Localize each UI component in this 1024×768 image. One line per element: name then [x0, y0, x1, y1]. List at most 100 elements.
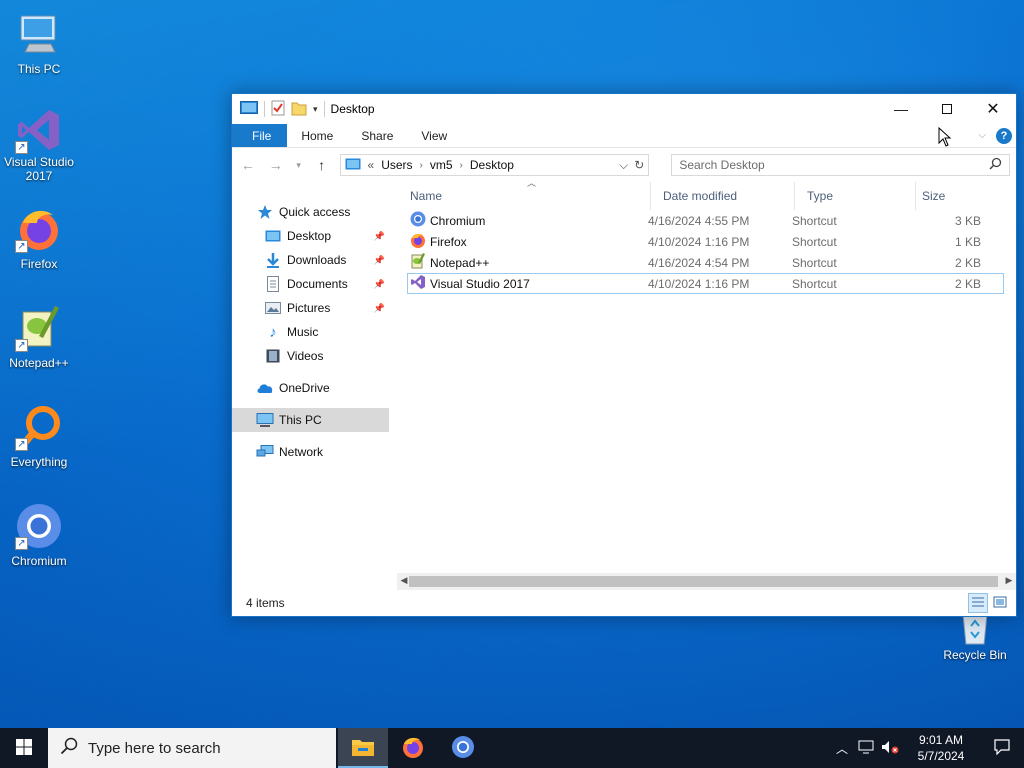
chromium-icon	[451, 735, 475, 762]
nav-label: Pictures	[287, 301, 331, 315]
file-explorer-window[interactable]: ▾ Desktop — ✕ File Home Share View ⌵ ? ←…	[231, 93, 1017, 617]
start-button[interactable]	[0, 728, 48, 768]
maximize-button[interactable]	[924, 94, 970, 124]
star-icon	[256, 204, 274, 220]
clock[interactable]: 9:01 AM 5/7/2024	[902, 732, 980, 764]
details-view-button[interactable]	[968, 593, 988, 613]
file-row[interactable]: Visual Studio 2017 4/10/2024 1:16 PM Short…	[407, 273, 1004, 294]
nav-videos[interactable]: Videos	[232, 344, 389, 368]
nav-onedrive[interactable]: OneDrive	[232, 376, 389, 400]
taskbar-firefox[interactable]	[388, 728, 438, 768]
nav-network[interactable]: Network	[232, 440, 389, 464]
nav-label: This PC	[279, 413, 322, 427]
close-icon: ✕	[986, 101, 1000, 118]
column-name[interactable]: Name	[389, 182, 651, 210]
desktop-icon-everything[interactable]: ↗ Everything	[1, 403, 77, 469]
file-row[interactable]: Chromium 4/16/2024 4:55 PM Shortcut 3 KB	[407, 210, 1004, 231]
shortcut-arrow-icon: ↗	[15, 141, 28, 154]
back-button[interactable]: ←	[238, 157, 258, 173]
system-tray: ︿ 9:01 AM 5/7/2024	[830, 728, 1024, 768]
nav-label: Music	[287, 325, 319, 339]
address-overflow[interactable]: «	[368, 158, 375, 172]
show-hidden-icons-chevron-icon[interactable]: ︿	[830, 740, 854, 757]
nav-label: Network	[279, 445, 324, 459]
desktop-icon-recycle-bin[interactable]: Recycle Bin	[937, 612, 1013, 662]
pin-icon[interactable]: 📌	[374, 255, 385, 266]
help-icon[interactable]: ?	[996, 127, 1012, 144]
pin-icon[interactable]: 📌	[374, 279, 385, 290]
minimize-button[interactable]: —	[878, 94, 924, 124]
file-row[interactable]: Notepad++ 4/16/2024 4:54 PM Shortcut 2 KB	[407, 252, 1004, 273]
desktop-icon-visual-studio[interactable]: ↗ Visual Studio 2017	[1, 106, 77, 183]
pin-icon[interactable]: 📌	[374, 231, 385, 242]
address-bar[interactable]: « Users › vm5 › Desktop ⌵ ↻	[339, 154, 650, 176]
title-bar[interactable]: ▾ Desktop — ✕	[232, 94, 1016, 124]
taskbar-chromium[interactable]	[438, 728, 488, 768]
tab-view[interactable]: View	[407, 124, 461, 147]
desktop-icon-firefox[interactable]: ↗ Firefox	[1, 205, 77, 271]
taskbar-search-box[interactable]: Type here to search	[48, 728, 336, 768]
desktop-icon-notepadpp[interactable]: ↗ Notepad++	[1, 304, 77, 370]
nav-this-pc[interactable]: This PC	[232, 408, 389, 432]
properties-icon[interactable]	[271, 100, 285, 119]
desktop-icon-this-pc[interactable]: This PC	[1, 10, 77, 76]
pin-icon[interactable]: 📌	[374, 303, 385, 314]
nav-desktop[interactable]: Desktop 📌	[232, 224, 389, 248]
breadcrumb-chevron-icon[interactable]: ›	[420, 160, 423, 171]
shortcut-arrow-icon: ↗	[15, 438, 28, 451]
nav-documents[interactable]: Documents 📌	[232, 272, 389, 296]
network-icon[interactable]	[854, 740, 878, 757]
column-size[interactable]: Size	[916, 182, 991, 210]
maximize-icon	[942, 104, 952, 114]
breadcrumb-chevron-icon[interactable]: ›	[460, 160, 463, 171]
volume-muted-icon[interactable]	[878, 740, 902, 757]
column-type[interactable]: Type	[795, 182, 916, 210]
document-icon	[264, 276, 282, 292]
firefox-icon	[401, 735, 425, 762]
file-name-cell[interactable]: Chromium	[408, 211, 648, 230]
close-button[interactable]: ✕	[970, 94, 1016, 124]
address-dropdown-icon[interactable]: ⌵	[619, 158, 628, 173]
column-header-row: ︿ Name Date modified Type Size	[389, 178, 1016, 210]
customize-toolbar-icon[interactable]: ▾	[313, 104, 318, 115]
window-title: Desktop	[330, 102, 375, 116]
tab-file[interactable]: File	[232, 124, 288, 147]
file-name-cell[interactable]: Visual Studio 2017	[408, 274, 648, 293]
taskbar-file-explorer[interactable]	[338, 728, 388, 768]
breadcrumb-users[interactable]: Users	[381, 158, 412, 172]
search-icon	[989, 157, 1002, 173]
firefox-icon	[410, 232, 426, 251]
recent-locations-button[interactable]: ▾	[294, 160, 304, 171]
action-center-button[interactable]	[980, 738, 1024, 758]
mouse-cursor-icon	[938, 126, 952, 150]
refresh-icon[interactable]: ↻	[634, 158, 644, 173]
scroll-right-icon[interactable]: ▶	[1002, 575, 1016, 586]
large-icons-view-button[interactable]	[990, 593, 1010, 613]
file-row[interactable]: Firefox 4/10/2024 1:16 PM Shortcut 1 KB	[407, 231, 1004, 252]
nav-pictures[interactable]: Pictures 📌	[232, 296, 389, 320]
horizontal-scrollbar[interactable]: ◀ ▶	[397, 573, 1016, 590]
address-location-icon	[345, 158, 361, 173]
file-name-cell[interactable]: Firefox	[408, 232, 648, 251]
file-name-cell[interactable]: Notepad++	[408, 253, 648, 272]
large-icons-view-icon	[993, 596, 1007, 611]
nav-label: Quick access	[279, 205, 351, 219]
search-input[interactable]: Search Desktop	[671, 154, 1010, 176]
nav-quick-access[interactable]: Quick access	[232, 200, 389, 224]
expand-ribbon-icon[interactable]: ⌵	[978, 130, 986, 141]
breadcrumb-vm5[interactable]: vm5	[430, 158, 453, 172]
file-name: Chromium	[430, 213, 486, 228]
up-button[interactable]: ↑	[312, 157, 332, 173]
nav-music[interactable]: ♪ Music	[232, 320, 389, 344]
tab-share[interactable]: Share	[347, 124, 407, 147]
column-date-modified[interactable]: Date modified	[651, 182, 795, 210]
toolbar-separator	[264, 101, 265, 117]
scrollbar-thumb[interactable]	[409, 576, 998, 587]
forward-button[interactable]: →	[266, 157, 286, 173]
breadcrumb-desktop[interactable]: Desktop	[470, 158, 514, 172]
new-folder-icon[interactable]	[291, 100, 307, 119]
nav-downloads[interactable]: Downloads 📌	[232, 248, 389, 272]
tab-home[interactable]: Home	[287, 124, 347, 147]
desktop-icon-chromium[interactable]: ↗ Chromium	[1, 502, 77, 568]
file-date: 4/10/2024 1:16 PM	[648, 234, 750, 249]
